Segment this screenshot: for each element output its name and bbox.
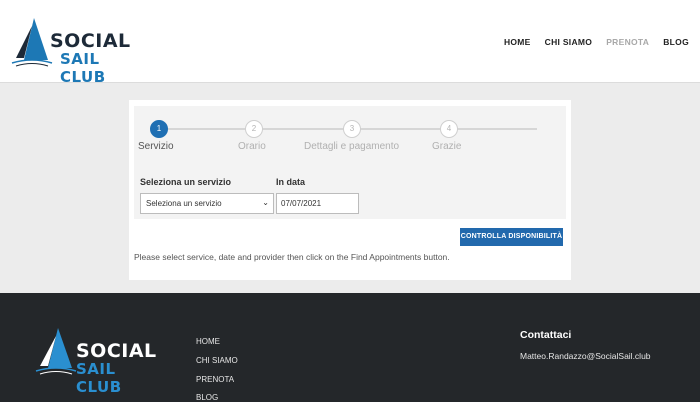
- service-select-value: Seleziona un servizio: [146, 199, 222, 208]
- chevron-down-icon: ⌄: [262, 198, 269, 207]
- contact-email[interactable]: Matteo.Randazzo@SocialSail.club: [520, 351, 651, 361]
- site-footer: SOCIAL SAIL CLUB HOME CHI SIAMO PRENOTA …: [0, 293, 700, 402]
- date-input-value: 07/07/2021: [281, 199, 322, 208]
- booking-wizard: 1 2 3 4 Servizio Orario Dettagli e pagam…: [134, 106, 566, 219]
- step-4-circle: 4: [440, 120, 458, 138]
- logo-title: SOCIAL: [50, 30, 131, 52]
- sailboat-logo-icon: [11, 18, 53, 67]
- step-3-label: Dettagli e pagamento: [304, 141, 400, 152]
- service-label: Seleziona un servizio: [140, 177, 232, 187]
- footer-nav-blog[interactable]: BLOG: [196, 393, 218, 402]
- step-4-label: Grazie: [432, 141, 462, 152]
- nav-prenota[interactable]: PRENOTA: [606, 37, 649, 47]
- footer-nav-home[interactable]: HOME: [196, 337, 220, 346]
- booking-hint: Please select service, date and provider…: [134, 252, 450, 262]
- nav-blog[interactable]: BLOG: [663, 37, 689, 47]
- footer-nav-chi-siamo[interactable]: CHI SIAMO: [196, 356, 238, 365]
- logo-subtitle: SAIL CLUB: [60, 50, 106, 86]
- booking-card: 1 2 3 4 Servizio Orario Dettagli e pagam…: [129, 100, 571, 280]
- service-select[interactable]: Seleziona un servizio ⌄: [140, 193, 274, 214]
- step-2-circle: 2: [245, 120, 263, 138]
- footer-logo-subtitle: SAIL CLUB: [76, 360, 122, 396]
- step-1-circle: 1: [150, 120, 168, 138]
- step-1-label: Servizio: [138, 141, 174, 152]
- footer-logo[interactable]: SOCIAL SAIL CLUB: [34, 326, 159, 396]
- step-3-circle: 3: [343, 120, 361, 138]
- check-availability-button[interactable]: CONTROLLA DISPONIBILITÀ: [460, 228, 563, 246]
- contact-title: Contattaci: [520, 329, 572, 341]
- date-label: In data: [276, 177, 306, 187]
- nav-home[interactable]: HOME: [504, 37, 531, 47]
- main-nav: HOME CHI SIAMO PRENOTA BLOG: [504, 37, 689, 47]
- date-input[interactable]: 07/07/2021: [276, 193, 359, 214]
- site-header: SOCIAL SAIL CLUB HOME CHI SIAMO PRENOTA …: [0, 0, 700, 86]
- step-2-label: Orario: [238, 141, 266, 152]
- footer-logo-title: SOCIAL: [76, 340, 157, 362]
- footer-nav-prenota[interactable]: PRENOTA: [196, 375, 234, 384]
- site-logo[interactable]: SOCIAL SAIL CLUB: [10, 16, 135, 86]
- nav-chi-siamo[interactable]: CHI SIAMO: [545, 37, 593, 47]
- sailboat-logo-icon: [35, 328, 77, 375]
